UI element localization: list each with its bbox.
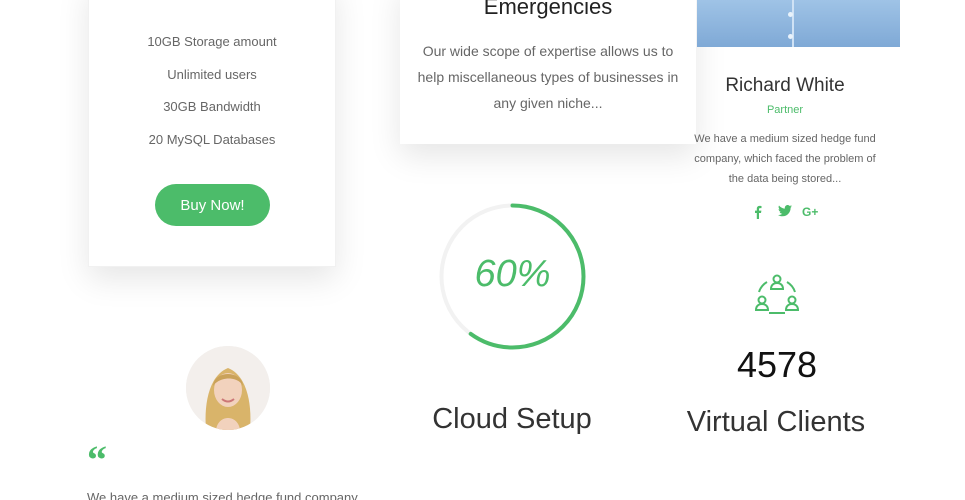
avatar: [186, 346, 270, 430]
pricing-feature: 20 MySQL Databases: [148, 131, 276, 147]
shirt-button: [788, 34, 793, 39]
counter-value: 4578: [736, 344, 818, 385]
twitter-icon[interactable]: [778, 205, 792, 221]
service-description: Our wide scope of expertise allows us to…: [417, 43, 679, 111]
team-member-name: Richard White: [725, 75, 845, 96]
progress-value: 60%: [474, 253, 551, 295]
testimonial-text: We have a medium sized hedge fund compan…: [87, 490, 358, 500]
service-card: Emergencies Our wide scope of expertise …: [400, 0, 696, 144]
shirt-button: [788, 12, 793, 17]
pricing-card: 10GB Storage amount Unlimited users 30GB…: [88, 0, 336, 267]
pricing-feature: 30GB Bandwidth: [163, 99, 261, 114]
team-member-photo: [697, 0, 900, 47]
social-links: G+: [745, 205, 825, 223]
network-people-icon: [754, 272, 800, 316]
service-title: Emergencies: [483, 0, 613, 19]
pricing-features-list: 10GB Storage amount Unlimited users 30GB…: [89, 26, 335, 156]
progress-circle: 60%: [439, 203, 586, 350]
team-member-bio: We have a medium sized hedge fund compan…: [694, 133, 876, 185]
counter-label: Virtual Clients: [686, 406, 866, 438]
google-plus-icon[interactable]: G+: [802, 204, 822, 220]
pricing-feature: Unlimited users: [167, 66, 257, 82]
buy-now-button[interactable]: Buy Now!: [155, 184, 270, 226]
progress-label: Cloud Setup: [432, 403, 592, 435]
shirt-placket: [792, 0, 794, 47]
facebook-icon[interactable]: [754, 205, 762, 221]
team-member-role: Partner: [766, 104, 804, 116]
svg-text:G+: G+: [802, 205, 818, 218]
quote-icon: “: [87, 437, 107, 482]
page: 10GB Storage amount Unlimited users 30GB…: [0, 0, 965, 500]
pricing-feature: 10GB Storage amount: [147, 34, 277, 49]
